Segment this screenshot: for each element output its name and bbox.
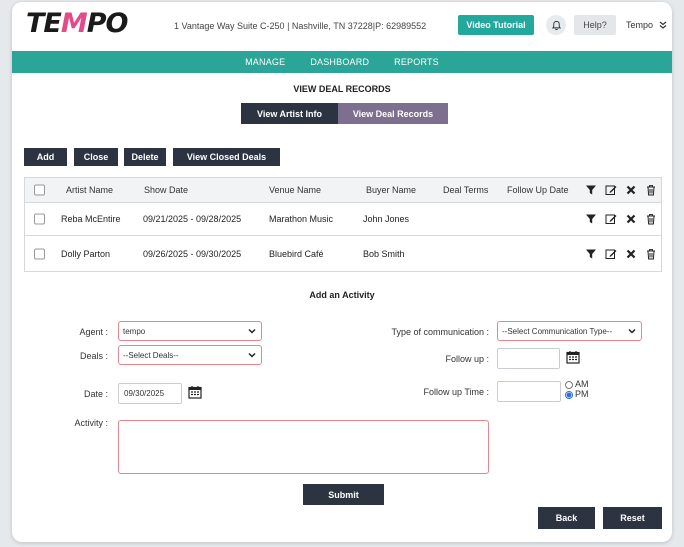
nav-manage[interactable]: MANAGE [245,57,285,67]
follow-up-time-label: Follow up Time : [423,387,489,397]
row-checkbox[interactable] [34,248,45,259]
user-name: Tempo [626,20,654,30]
show-date-cell: 09/21/2025 - 09/28/2025 [143,214,242,224]
artist-name-cell: Reba McEntire [61,214,121,224]
add-activity-title: Add an Activity [309,290,375,300]
buyer-name-cell: Bob Smith [363,248,405,259]
close-icon[interactable] [625,184,637,196]
communication-type-label: Type of communication : [391,327,489,337]
submit-button[interactable]: Submit [303,484,384,505]
view-deal-records-tab[interactable]: View Deal Records [338,103,448,124]
filter-icon[interactable] [585,213,597,225]
app-window: TEMPO 1 Vantage Way Suite C-250 | Nashvi… [12,2,672,542]
row-checkbox[interactable] [34,213,45,225]
deals-select[interactable]: --Select Deals-- [118,345,262,365]
artist-name-cell: Dolly Parton [61,248,111,259]
col-venue-name[interactable]: Venue Name [269,185,321,195]
add-button[interactable]: Add [24,148,67,166]
calendar-icon[interactable] [566,350,580,364]
deals-select-value: --Select Deals-- [123,350,179,360]
user-menu[interactable]: Tempo [626,20,667,30]
deal-records-table: Artist Name Show Date Venue Name Buyer N… [24,177,662,272]
pm-radio[interactable] [565,391,573,399]
trash-icon[interactable] [645,184,657,196]
chevron-down-icon [248,328,256,334]
close-button[interactable]: Close [74,148,118,166]
agent-select[interactable]: tempo [118,321,262,341]
table-row[interactable]: Reba McEntire 09/21/2025 - 09/28/2025 Ma… [25,203,661,236]
venue-name-cell: Bluebird Café [269,248,324,259]
select-all-checkbox[interactable] [34,184,45,196]
tempo-logo[interactable]: TEMPO [26,8,128,39]
notification-bell-icon[interactable] [546,15,566,35]
video-tutorial-button[interactable]: Video Tutorial [458,15,534,35]
venue-name-cell: Marathon Music [269,214,334,224]
close-icon[interactable] [625,213,637,225]
chevron-down-icon [628,328,636,334]
edit-icon[interactable] [605,184,617,196]
activity-label: Activity : [74,418,108,428]
pm-label: PM [575,389,589,399]
reset-button[interactable]: Reset [603,507,662,529]
show-date-cell: 09/26/2025 - 09/30/2025 [143,248,242,259]
communication-type-value: --Select Communication Type-- [502,326,613,336]
date-input[interactable]: 09/30/2025 [118,383,182,404]
agent-select-value: tempo [123,326,146,336]
filter-icon[interactable] [585,184,597,196]
calendar-icon[interactable] [188,385,202,399]
close-icon[interactable] [625,248,637,260]
help-button[interactable]: Help? [574,15,616,35]
am-label: AM [575,379,589,389]
trash-icon[interactable] [645,248,657,260]
company-address: 1 Vantage Way Suite C-250 | Nashville, T… [174,21,427,31]
col-follow-up-date[interactable]: Follow Up Date [507,185,569,195]
nav-reports[interactable]: REPORTS [394,57,439,67]
agent-label: Agent : [79,327,108,337]
chevron-down-icon [248,352,256,358]
date-label: Date : [83,389,108,399]
activity-textarea[interactable] [118,420,489,474]
col-deal-terms[interactable]: Deal Terms [443,185,488,195]
nav-dashboard[interactable]: DASHBOARD [310,57,369,67]
col-show-date[interactable]: Show Date [144,185,188,195]
deals-label: Deals : [79,351,108,361]
edit-icon[interactable] [605,248,617,260]
follow-up-input[interactable] [497,348,560,369]
follow-up-time-input[interactable] [497,381,561,402]
double-chevron-down-icon [659,21,666,29]
delete-button[interactable]: Delete [124,148,166,166]
main-navbar: MANAGE DASHBOARD REPORTS [12,51,672,73]
col-artist-name[interactable]: Artist Name [66,185,113,195]
trash-icon[interactable] [645,213,657,225]
table-header: Artist Name Show Date Venue Name Buyer N… [25,178,661,203]
edit-icon[interactable] [605,213,617,225]
follow-up-label: Follow up : [445,354,489,364]
table-row[interactable]: Dolly Parton 09/26/2025 - 09/30/2025 Blu… [25,237,661,270]
view-closed-deals-button[interactable]: View Closed Deals [173,148,280,166]
am-radio[interactable] [565,381,573,389]
view-artist-info-tab[interactable]: View Artist Info [241,103,338,124]
filter-icon[interactable] [585,248,597,260]
col-buyer-name[interactable]: Buyer Name [366,185,416,195]
back-button[interactable]: Back [538,507,595,529]
buyer-name-cell: John Jones [363,214,410,224]
communication-type-select[interactable]: --Select Communication Type-- [497,321,642,341]
page-title: VIEW DEAL RECORDS [293,84,391,94]
